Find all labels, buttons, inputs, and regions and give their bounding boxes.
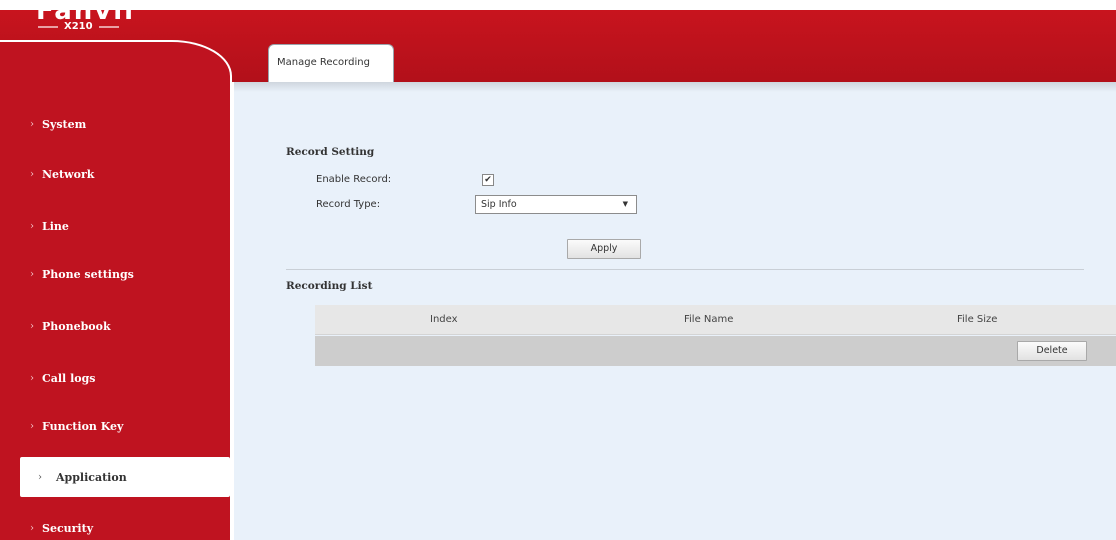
sidebar-item-label: Call logs xyxy=(42,371,96,385)
sidebar-item-label: Phone settings xyxy=(42,267,134,281)
sidebar-item-label: Line xyxy=(42,219,69,233)
app-window: Fanvil X210 › System › Network › Line › … xyxy=(0,0,1116,540)
sidebar-nav: › System › Network › Line › Phone settin… xyxy=(0,40,232,540)
chevron-right-icon: › xyxy=(30,420,34,432)
record-type-select[interactable]: Sip Info ▼ xyxy=(475,195,637,214)
sidebar-item-application[interactable]: › Application xyxy=(20,457,230,497)
recording-table-header: Index File Name File Size xyxy=(315,305,1116,335)
chevron-right-icon: › xyxy=(38,471,42,483)
sidebar-item-label: System xyxy=(42,117,87,131)
sidebar-item-system[interactable]: › System xyxy=(30,114,86,134)
delete-button[interactable]: Delete xyxy=(1017,341,1087,361)
sidebar-item-security[interactable]: › Security xyxy=(30,518,93,538)
chevron-right-icon: › xyxy=(30,168,34,180)
section-divider xyxy=(286,269,1084,270)
record-type-label: Record Type: xyxy=(316,199,381,210)
chevron-right-icon: › xyxy=(30,220,34,232)
recording-list-title: Recording List xyxy=(286,280,373,292)
sidebar-item-network[interactable]: › Network xyxy=(30,164,94,184)
sidebar-item-line[interactable]: › Line xyxy=(30,216,69,236)
chevron-right-icon: › xyxy=(30,522,34,534)
logo-decor-line-right xyxy=(98,26,119,28)
logo-model-row: X210 xyxy=(38,20,119,34)
apply-button[interactable]: Apply xyxy=(567,239,641,259)
enable-record-checkbox[interactable]: ✔ xyxy=(482,174,494,186)
logo-decor-line-left xyxy=(38,26,58,28)
record-setting-title: Record Setting xyxy=(286,146,375,158)
content-top-shadow xyxy=(234,82,1116,92)
tab-manage-recording[interactable]: Manage Recording xyxy=(268,44,394,82)
chevron-right-icon: › xyxy=(30,320,34,332)
sidebar-item-label: Network xyxy=(42,167,95,181)
record-type-value: Sip Info xyxy=(481,199,517,210)
column-header-file-name: File Name xyxy=(684,314,734,325)
sidebar-item-label: Security xyxy=(42,521,94,535)
chevron-right-icon: › xyxy=(30,372,34,384)
device-model: X210 xyxy=(64,21,93,32)
sidebar-item-label: Function Key xyxy=(42,419,124,433)
sidebar-item-phone-settings[interactable]: › Phone settings xyxy=(30,264,134,284)
sidebar-item-phonebook[interactable]: › Phonebook xyxy=(30,316,111,336)
column-header-index: Index xyxy=(430,314,458,325)
sidebar-item-function-key[interactable]: › Function Key xyxy=(30,416,123,436)
chevron-right-icon: › xyxy=(30,268,34,280)
chevron-right-icon: › xyxy=(30,118,34,130)
sidebar-item-label: Application xyxy=(56,470,127,484)
recording-table-footer: Delete xyxy=(315,336,1116,366)
enable-record-label: Enable Record: xyxy=(316,174,392,185)
sidebar-item-call-logs[interactable]: › Call logs xyxy=(30,368,95,388)
dropdown-caret-icon: ▼ xyxy=(622,200,628,208)
sidebar-item-label: Phonebook xyxy=(42,319,111,333)
column-header-file-size: File Size xyxy=(957,314,998,325)
